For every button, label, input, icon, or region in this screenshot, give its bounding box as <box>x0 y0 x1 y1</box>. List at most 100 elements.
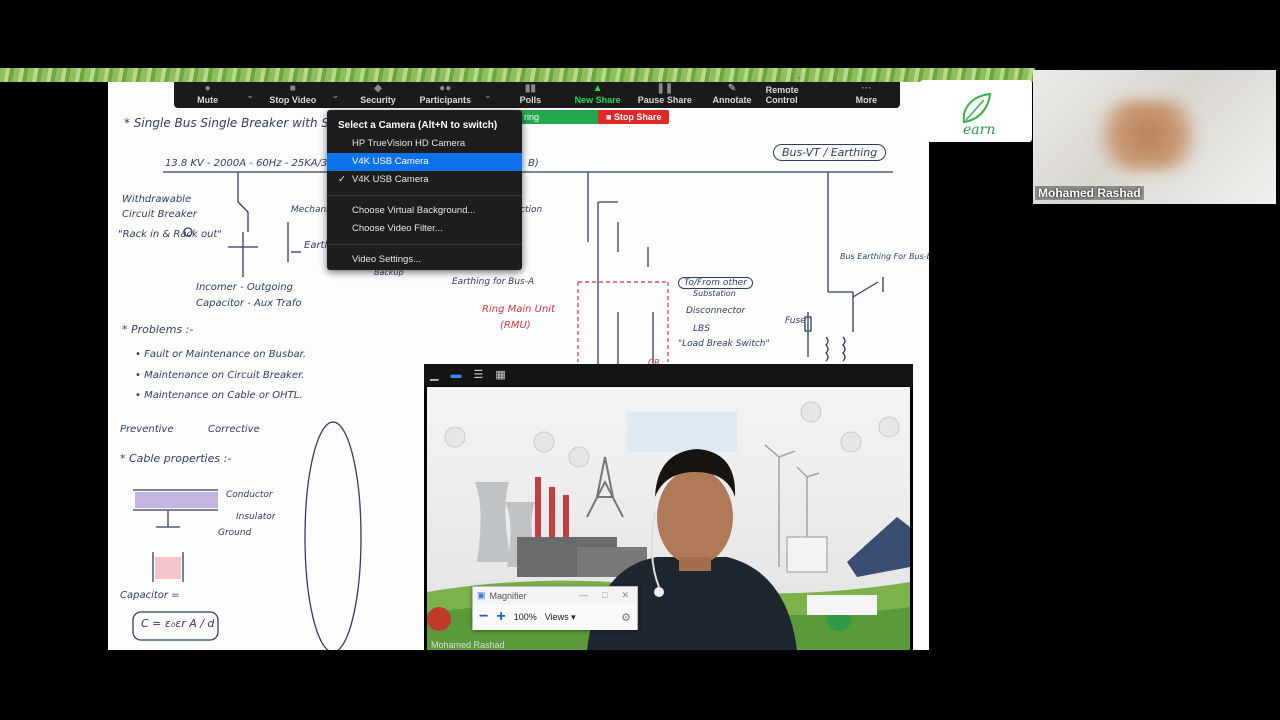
problem-3: • Maintenance on Cable or OHTL. <box>135 390 303 401</box>
camera-select-menu: Select a Camera (Alt+N to switch) HP Tru… <box>327 110 522 270</box>
video-window-titlebar: ▁ ▬ ☰ ▦ <box>424 364 913 386</box>
zoom-level: 100% <box>513 612 537 622</box>
video-participant-name: Mohamed Rashad <box>431 640 505 650</box>
leaf-icon <box>962 92 992 124</box>
views-dropdown[interactable]: Views ▾ <box>545 612 576 623</box>
insulator-note: Insulator <box>236 512 276 522</box>
polls-button[interactable]: ▮▮ Polls <box>497 82 564 108</box>
preventive-note: Preventive <box>120 424 174 435</box>
maximize-icon[interactable]: □ <box>602 590 607 601</box>
share-arrow-icon: ▲ <box>592 83 603 94</box>
video-settings-option[interactable]: Video Settings... <box>327 251 522 269</box>
menu-option-label: Choose Video Filter... <box>352 223 443 234</box>
annotate-button[interactable]: ✎ Annotate <box>698 82 765 108</box>
meeting-toolbar: ● Mute ⌄ ■ Stop Video ⌄ ◆ Security ●● Partic… <box>174 74 900 108</box>
capacitance-formula: C = ε₀εr A / d <box>141 617 215 630</box>
stop-share-button[interactable]: ■ Stop Share <box>598 110 670 124</box>
gear-icon[interactable]: ⚙ <box>621 611 631 624</box>
rating-note: 13.8 KV - 2000A - 60Hz - 25KA/3 <box>165 158 328 169</box>
new-share-button[interactable]: ▲ New Share <box>564 82 631 108</box>
circuit-breaker-note: Circuit Breaker <box>122 209 197 220</box>
participants-button[interactable]: ●● Participants <box>412 82 479 108</box>
ring-main-note: Ring Main Unit <box>482 304 555 315</box>
to-from-note: To/From other <box>678 277 753 289</box>
microphone-icon: ● <box>204 83 211 94</box>
cable-properties-heading: * Cable properties :- <box>120 452 232 465</box>
magnifier-window-controls: — □ ✕ <box>579 590 637 601</box>
participants-icon: ●● <box>439 83 452 94</box>
annotate-label: Annotate <box>712 95 752 105</box>
ground-note: Ground <box>218 528 252 538</box>
participants-options-caret[interactable]: ⌄ <box>479 82 497 108</box>
incomer-note: Incomer - Outgoing <box>196 282 293 293</box>
problem-2: • Maintenance on Circuit Breaker. <box>135 370 305 381</box>
magnifier-window[interactable]: ▣ Magnifier — □ ✕ − + 100% Views ▾ ⚙ <box>472 586 638 630</box>
video-filter-option[interactable]: Choose Video Filter... <box>327 220 522 238</box>
menu-divider <box>327 195 522 196</box>
magnifier-titlebar: ▣ Magnifier — □ ✕ <box>473 587 637 604</box>
ellipsis-icon: ··· <box>861 83 872 94</box>
stop-video-label: Stop Video <box>269 95 317 105</box>
menu-option-label: Choose Virtual Background... <box>352 205 476 216</box>
more-label: More <box>855 95 878 105</box>
video-camera-icon: ■ <box>289 83 296 94</box>
conductor-note: Conductor <box>226 490 273 500</box>
video-options-caret[interactable]: ⌄ <box>326 82 344 108</box>
earthing-bus-a-note: Earthing for Bus-A <box>452 277 535 287</box>
rack-note: "Rack in & Rack out" <box>118 229 222 240</box>
remote-control-button[interactable]: ▪ Remote Control <box>766 74 833 108</box>
magnifier-controls: − + 100% Views ▾ ⚙ <box>473 604 637 630</box>
magnifier-title: Magnifier <box>489 590 527 601</box>
camera-option-v4k-selected[interactable]: ✓ V4K USB Camera <box>327 171 522 189</box>
decorative-banner <box>0 68 1035 82</box>
zoom-in-icon[interactable]: + <box>496 609 505 625</box>
more-button[interactable]: ··· More <box>833 82 900 108</box>
close-icon[interactable]: ✕ <box>621 590 629 601</box>
camera-option-v4k-highlighted[interactable]: V4K USB Camera <box>327 153 522 171</box>
mute-label: Mute <box>197 95 219 105</box>
capacitor-eq-note: Capacitor = <box>120 590 180 601</box>
lbs-note: LBS <box>693 324 710 334</box>
rmu-note: (RMU) <box>500 320 531 331</box>
shield-icon: ◆ <box>374 83 382 94</box>
participants-label: Participants <box>419 95 471 105</box>
problems-heading: * Problems :- <box>122 323 194 336</box>
logo-text: earn <box>963 122 996 138</box>
stop-video-button[interactable]: ■ Stop Video <box>259 82 326 108</box>
gallery-view-icon[interactable]: ▦ <box>495 369 505 381</box>
mute-button[interactable]: ● Mute <box>174 82 241 108</box>
pause-icon: ❚❚ <box>656 83 674 94</box>
mute-options-caret[interactable]: ⌄ <box>241 82 259 108</box>
camera-option-hp-truevision[interactable]: HP TrueVision HD Camera <box>327 135 522 153</box>
security-label: Security <box>360 95 396 105</box>
substation-note: Substation <box>693 289 736 298</box>
share-status-text: ring <box>518 110 598 124</box>
minimize-icon[interactable]: — <box>579 590 588 601</box>
zoom-out-icon[interactable]: − <box>479 609 488 625</box>
load-break-note: "Load Break Switch" <box>678 339 770 349</box>
participant-video-thumbnail[interactable]: Mohamed Rashad <box>1033 70 1276 204</box>
strip-view-icon[interactable]: ☰ <box>473 369 483 381</box>
new-share-label: New Share <box>574 95 621 105</box>
screen: * Single Bus Single Breaker with Se 13.8… <box>0 0 1280 720</box>
bus-vt-note: Bus-VT / Earthing <box>773 144 887 161</box>
withdrawable-note: Withdrawable <box>122 194 192 205</box>
title-note: * Single Bus Single Breaker with Se <box>124 116 337 130</box>
pause-share-label: Pause Share <box>637 95 692 105</box>
share-status-bar: ring ■ Stop Share <box>518 109 670 125</box>
polls-icon: ▮▮ <box>524 83 536 94</box>
mouse-icon: ▪ <box>797 73 801 84</box>
camera-option-label: HP TrueVision HD Camera <box>352 138 466 149</box>
security-button[interactable]: ◆ Security <box>344 82 411 108</box>
speaker-view-icon[interactable]: ▬ <box>450 369 461 381</box>
magnifier-icon: ▣ <box>477 590 486 600</box>
polls-label: Polls <box>519 95 542 105</box>
capacitor-aux-note: Capacitor - Aux Trafo <box>196 298 302 309</box>
mechanic-note: Mechani <box>291 205 329 215</box>
virtual-background-option[interactable]: Choose Virtual Background... <box>327 202 522 220</box>
menu-option-label: Video Settings... <box>352 254 422 265</box>
camera-option-label: V4K USB Camera <box>352 156 429 167</box>
minimize-icon[interactable]: ▁ <box>430 369 438 381</box>
pause-share-button[interactable]: ❚❚ Pause Share <box>631 82 698 108</box>
participant-name: Mohamed Rashad <box>1035 186 1144 200</box>
